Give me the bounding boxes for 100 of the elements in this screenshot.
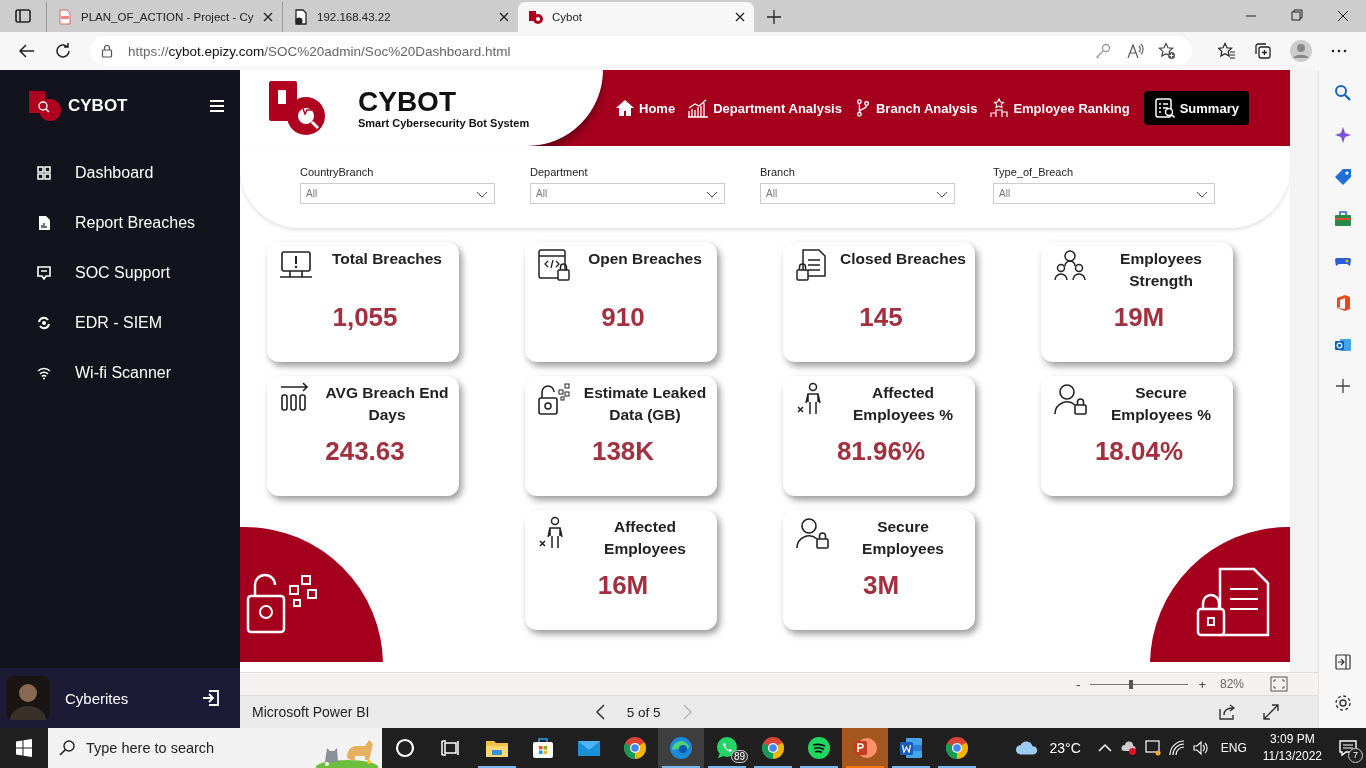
collections-icon[interactable]	[1254, 42, 1272, 60]
notification-badge: 89	[730, 750, 748, 763]
zoom-in-button[interactable]: +	[1198, 676, 1206, 692]
language-indicator[interactable]: ENG	[1220, 741, 1247, 755]
filter-dropdown[interactable]: All	[993, 183, 1215, 204]
taskbar-app[interactable]: 89	[704, 728, 750, 768]
card-title: Secure Employees %	[1110, 383, 1212, 425]
document-lock-icon	[795, 248, 829, 282]
browser-icon	[622, 735, 648, 761]
filter-dropdown[interactable]: All	[300, 183, 495, 204]
filter-label: CountryBranch	[300, 166, 375, 178]
browser-icon	[668, 735, 694, 761]
sidebar-item[interactable]: Wi-fi Scanner	[0, 348, 240, 398]
clock[interactable]: 3:09 PM 11/13/2022	[1262, 731, 1322, 765]
refresh-icon[interactable]	[54, 42, 72, 60]
windows-start-icon[interactable]	[15, 739, 33, 757]
speaker-icon[interactable]	[1192, 740, 1209, 756]
sidebar-item[interactable]: EDR - SIEM	[0, 298, 240, 348]
cybot-logo-icon	[528, 9, 544, 25]
padlock-icon	[537, 382, 571, 416]
nav-tab[interactable]: Branch Analysis	[849, 91, 982, 125]
new-tab-icon[interactable]	[766, 9, 782, 25]
document-icon	[898, 735, 924, 761]
card-value: 138K	[591, 436, 655, 467]
profile-icon[interactable]	[1290, 40, 1312, 62]
taskbar-search-field[interactable]: Type here to search	[48, 728, 382, 768]
card-value: 145	[859, 302, 903, 333]
weather-temperature[interactable]: 23°C	[1049, 740, 1081, 756]
cloud-error-icon[interactable]	[1120, 740, 1137, 756]
close-tab-icon[interactable]	[734, 11, 746, 23]
sidebar-item[interactable]: Dashboard	[0, 148, 240, 198]
read-aloud-icon[interactable]	[1126, 42, 1144, 60]
hide-sidebar-icon[interactable]	[1334, 654, 1351, 670]
favorites-icon[interactable]	[1218, 42, 1236, 60]
zoom-thumb[interactable]	[1128, 679, 1133, 689]
brand-name: CYBOT	[68, 96, 128, 116]
wifi-icon[interactable]	[1168, 740, 1185, 756]
menu-icon[interactable]	[210, 99, 224, 113]
notifications-button[interactable]: 7	[1330, 728, 1366, 768]
close-tab-icon[interactable]	[498, 11, 510, 23]
filter-dropdown[interactable]: All	[530, 183, 725, 204]
nav-tab[interactable]: Employee Ranking	[985, 91, 1134, 125]
cortana-icon[interactable]	[393, 736, 417, 760]
card-value: 910	[601, 302, 645, 333]
card-value: 3M	[862, 570, 900, 601]
card-value: 16M	[597, 570, 649, 601]
report-search-icon	[1153, 97, 1176, 119]
share-icon[interactable]	[1218, 703, 1236, 721]
code-window-icon	[537, 248, 571, 282]
sidebar-item[interactable]: Report Breaches	[0, 198, 240, 248]
people-icon	[1053, 248, 1087, 282]
card-title: Total Breaches	[331, 249, 443, 269]
logout-icon[interactable]	[202, 689, 220, 707]
filter-label: Branch	[760, 166, 796, 178]
presentation-icon	[852, 735, 878, 761]
bar-chart-icon	[687, 97, 710, 119]
close-tab-icon[interactable]	[262, 11, 274, 23]
report-icon	[37, 216, 51, 230]
search-icon[interactable]	[1333, 84, 1352, 102]
user-name: Cyberites	[65, 689, 129, 707]
zoom-reading: 82%	[1219, 677, 1244, 691]
nav-tab[interactable]: Home	[611, 91, 680, 125]
browser-tab[interactable]: Cybot	[518, 2, 754, 32]
cybot-logo-icon	[268, 80, 328, 136]
card-title: Affected Employees	[603, 517, 687, 559]
report-title: CYBOT	[358, 87, 457, 117]
tag-icon[interactable]	[1333, 168, 1352, 186]
add-favorite-icon[interactable]	[1158, 42, 1176, 60]
add-icon[interactable]	[1334, 378, 1351, 394]
fit-page-icon[interactable]	[1270, 675, 1288, 693]
zoom-out-button[interactable]: -	[1076, 676, 1081, 692]
address-field[interactable]: https://cybot.epizy.com/SOC%20admin/Soc%20Dashboard.html	[90, 36, 1192, 66]
notification-count: 7	[1348, 748, 1363, 763]
search-icon	[58, 739, 76, 757]
key-icon[interactable]	[1094, 42, 1112, 60]
page-indicator: 5 of 5	[626, 704, 661, 720]
toolbox-icon[interactable]	[1333, 210, 1352, 228]
sidebar-item[interactable]: SOC Support	[0, 248, 240, 298]
nav-tab[interactable]: Department Analysis	[683, 91, 846, 125]
card-value: 1,055	[332, 302, 398, 333]
nav-tab[interactable]: Summary	[1143, 91, 1249, 125]
card-value: 19M	[1113, 302, 1165, 333]
card-title: Estimate Leaked Data (GB)	[582, 383, 708, 425]
avatar[interactable]	[6, 676, 50, 720]
back-icon[interactable]	[18, 42, 36, 60]
fullscreen-icon[interactable]	[1262, 703, 1280, 721]
monitor-sync-icon[interactable]	[1144, 740, 1161, 756]
pdf-file-icon	[57, 9, 73, 25]
filter-label: Type_of_Breach	[993, 166, 1075, 178]
filter-dropdown[interactable]: All	[760, 183, 955, 204]
notification-icon	[1338, 738, 1358, 758]
user-lock-icon	[795, 516, 829, 550]
app-name: Microsoft Power BI	[252, 704, 370, 720]
browser-icon	[760, 735, 786, 761]
report-subtitle: Smart Cybersecurity Bot System	[358, 117, 530, 129]
message-icon	[37, 266, 51, 280]
tab-actions-icon[interactable]	[14, 7, 32, 25]
outlook-icon[interactable]	[1333, 336, 1352, 354]
card-title: Affected Employees %	[852, 383, 954, 425]
settings-icon[interactable]	[1333, 694, 1352, 712]
